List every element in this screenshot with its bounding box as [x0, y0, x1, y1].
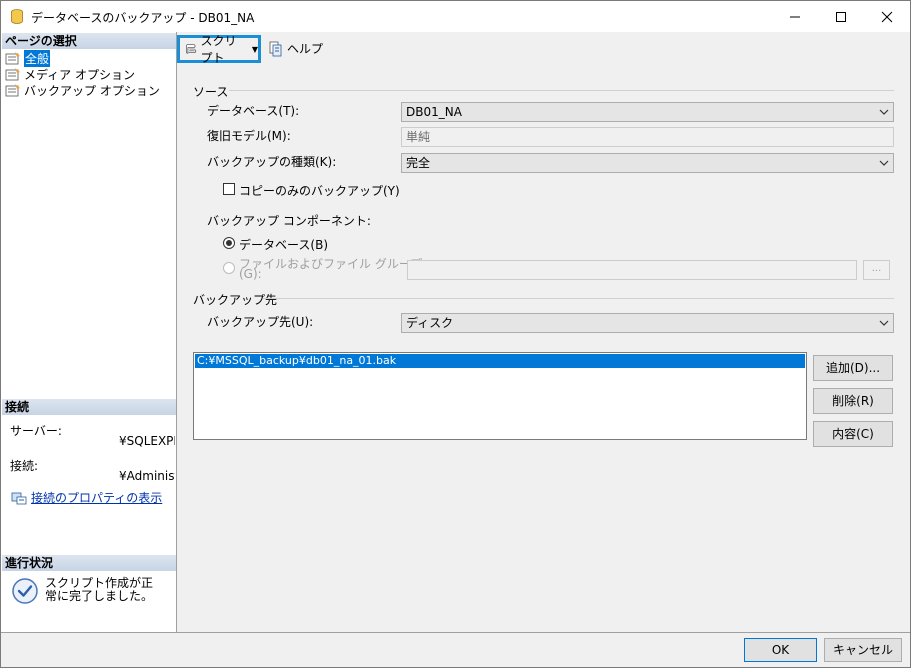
script-button-label: スクリプト — [200, 34, 237, 65]
recovery-model-label: 復旧モデル(M): — [207, 129, 291, 143]
backup-type-select-value: 完全 — [406, 156, 431, 170]
backup-destination-label: バックアップ先(U): — [207, 315, 314, 329]
backup-component-label: バックアップ コンポーネント: — [207, 214, 371, 228]
progress-status-text: スクリプト作成が正常に完了しました。 — [45, 576, 154, 603]
backup-destination-select[interactable]: ディスク — [401, 313, 894, 333]
help-button-label: ヘルプ — [287, 42, 324, 56]
page-item-media-options[interactable]: メディア オプション — [5, 66, 135, 82]
ok-button[interactable]: OK — [744, 638, 817, 662]
radio-database-label[interactable]: データベース(B) — [239, 236, 328, 253]
connection-value: ¥Administra — [119, 469, 175, 483]
radio-files-label-shortcut: (G): — [239, 267, 262, 281]
backup-destination-select-value: ディスク — [406, 316, 454, 330]
browse-filegroups-button: ... — [863, 260, 890, 280]
remove-destination-button[interactable]: 削除(R) — [813, 388, 893, 414]
title-bar: データベースのバックアップ - DB01_NA — [1, 1, 910, 32]
recovery-model-field: 単純 — [401, 127, 894, 147]
contents-button[interactable]: 内容(C) — [813, 421, 893, 447]
left-pane: ページの選択 全般 メディア オプション バックアップ オプション 接続 サーバ… — [1, 32, 177, 632]
window-title: データベースのバックアップ - DB01_NA — [31, 11, 255, 25]
page-item-backup-options[interactable]: バックアップ オプション — [5, 82, 160, 98]
minimize-icon — [790, 16, 800, 17]
server-value: ¥SQLEXPR — [119, 434, 175, 448]
connection-header: 接続 — [2, 399, 176, 415]
page-settings-icon — [5, 52, 20, 65]
backup-type-label: バックアップの種類(K): — [207, 155, 337, 169]
chevron-down-icon — [879, 320, 889, 326]
copy-only-checkbox[interactable] — [223, 183, 235, 195]
add-destination-button[interactable]: 追加(D)... — [813, 355, 893, 381]
success-check-icon — [12, 578, 38, 604]
connection-properties-icon — [11, 492, 27, 504]
maximize-button[interactable] — [818, 1, 864, 32]
page-settings-icon — [5, 84, 20, 97]
destination-group-divider — [263, 298, 894, 299]
radio-files-label: ファイルおよびファイル グループ — [239, 257, 423, 271]
page-item-label: 全般 — [24, 49, 51, 67]
chevron-down-icon — [879, 109, 889, 115]
connection-properties-link-label[interactable]: 接続のプロパティの表示 — [31, 489, 162, 506]
page-item-label: メディア オプション — [24, 67, 135, 82]
chevron-down-icon[interactable]: ▼ — [252, 45, 258, 54]
help-icon — [269, 41, 282, 56]
source-group-title: ソース — [193, 85, 229, 99]
connection-properties-link[interactable]: 接続のプロパティの表示 — [11, 489, 162, 506]
database-label: データベース(T): — [207, 104, 300, 118]
page-item-label: バックアップ オプション — [24, 83, 160, 98]
page-item-general[interactable]: 全般 — [5, 49, 51, 67]
radio-database[interactable] — [223, 237, 235, 249]
cancel-button[interactable]: キャンセル — [824, 638, 902, 662]
radio-files-filegroups[interactable] — [223, 262, 235, 274]
backup-path-list[interactable]: C:¥MSSQL_backup¥db01_na_01.bak — [193, 352, 807, 440]
filegroups-textbox — [407, 260, 857, 280]
database-icon — [11, 9, 23, 24]
database-select[interactable]: DB01_NA — [401, 102, 894, 122]
list-item[interactable]: C:¥MSSQL_backup¥db01_na_01.bak — [195, 354, 805, 368]
destination-group-title: バックアップ先 — [193, 293, 278, 307]
minimize-button[interactable] — [772, 1, 818, 32]
toolbar: スクリプト ▼ ヘルプ — [177, 32, 910, 65]
chevron-down-icon — [879, 160, 889, 166]
close-button[interactable] — [864, 1, 910, 32]
database-select-value: DB01_NA — [406, 105, 462, 119]
help-button[interactable]: ヘルプ — [268, 40, 323, 57]
source-group-divider — [229, 90, 894, 91]
script-button[interactable]: スクリプト ▼ — [177, 34, 261, 65]
backup-database-dialog: データベースのバックアップ - DB01_NA ページの選択 全般 メディア オ… — [0, 0, 911, 668]
server-label: サーバー: — [10, 424, 62, 438]
progress-status: スクリプト作成が正常に完了しました。 — [11, 577, 155, 605]
script-icon — [186, 44, 197, 54]
backup-type-select[interactable]: 完全 — [401, 153, 894, 173]
page-settings-icon — [5, 68, 20, 81]
pages-header: ページの選択 — [2, 33, 176, 49]
close-icon — [881, 11, 893, 22]
connection-label: 接続: — [10, 459, 39, 473]
maximize-icon — [836, 11, 846, 22]
progress-header: 進行状況 — [2, 555, 176, 571]
copy-only-label[interactable]: コピーのみのバックアップ(Y) — [239, 182, 400, 199]
dialog-footer: OK キャンセル — [1, 632, 910, 667]
